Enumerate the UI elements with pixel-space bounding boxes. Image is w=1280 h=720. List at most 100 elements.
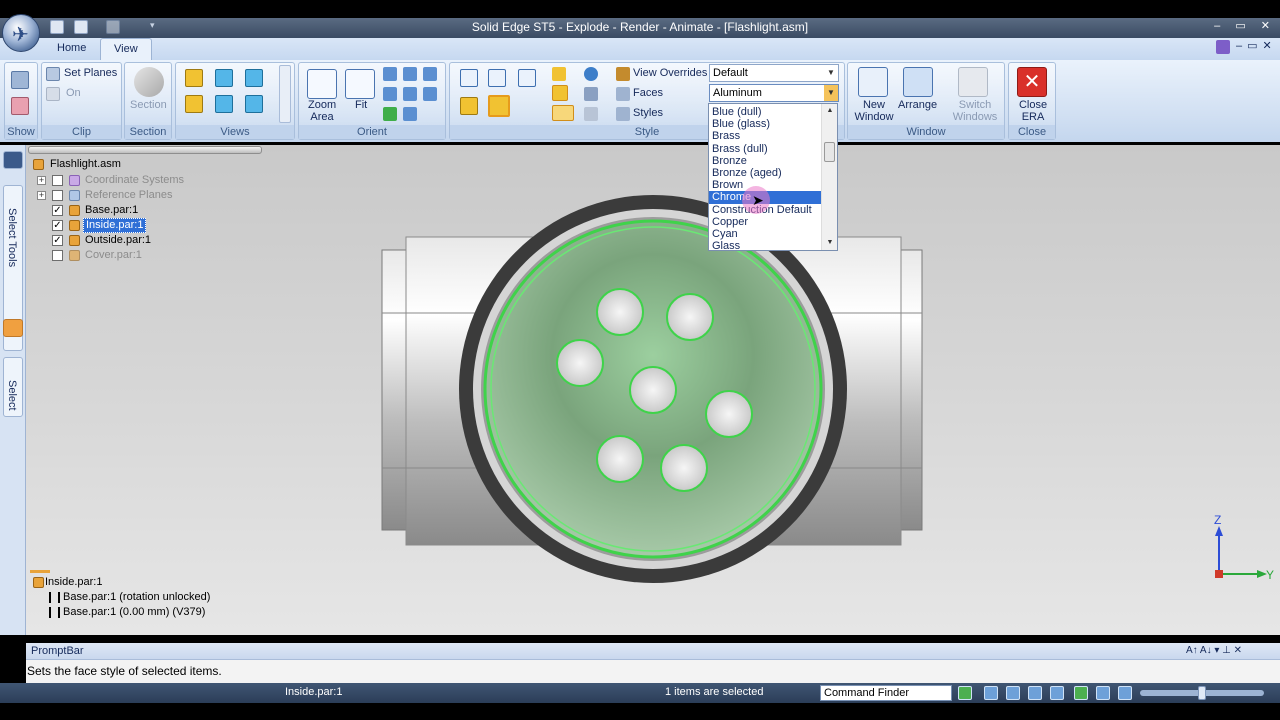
run-icon[interactable] bbox=[958, 686, 972, 700]
window-controls[interactable]: – ▭ ✕ bbox=[1214, 19, 1276, 32]
expand-icon[interactable]: + bbox=[37, 176, 46, 185]
view-bottom-icon[interactable] bbox=[215, 95, 233, 113]
dropdown-option[interactable]: Blue (dull) bbox=[709, 106, 821, 118]
expand-icon[interactable]: + bbox=[37, 191, 46, 200]
faces-select[interactable]: Aluminum ▼ bbox=[709, 84, 839, 102]
dropdown-option[interactable]: Brass bbox=[709, 130, 821, 142]
view-top-icon[interactable] bbox=[185, 69, 203, 87]
zoom-slider-thumb[interactable] bbox=[1198, 686, 1206, 700]
relationship-row[interactable]: Base.par:1 (0.00 mm) (V379) bbox=[63, 606, 205, 619]
help-icon[interactable] bbox=[1216, 40, 1230, 54]
styles-button[interactable]: Styles bbox=[633, 107, 663, 119]
tree-item-inside[interactable]: Inside.par:1 bbox=[83, 218, 147, 233]
qat-customize-icon[interactable]: ▾ bbox=[150, 20, 155, 31]
application-button[interactable]: ✈ bbox=[2, 14, 40, 52]
scroll-down-icon[interactable]: ▼ bbox=[822, 236, 837, 250]
new-window-button[interactable]: New Window bbox=[854, 99, 894, 123]
rotate-icon[interactable] bbox=[423, 67, 437, 81]
tab-view[interactable]: View bbox=[100, 38, 152, 60]
set-planes-button[interactable]: Set Planes bbox=[64, 67, 117, 79]
tree-checkbox[interactable] bbox=[52, 175, 63, 186]
sketch-status-icon[interactable] bbox=[1118, 686, 1132, 700]
tree-checkbox[interactable]: ✓ bbox=[52, 205, 63, 216]
pathfinder-splitter[interactable] bbox=[28, 146, 262, 154]
rotate-status-icon[interactable] bbox=[1074, 686, 1088, 700]
section-button[interactable]: Section bbox=[130, 99, 167, 111]
view-back-icon[interactable] bbox=[245, 95, 263, 113]
close-era-button[interactable]: Close ERA bbox=[1015, 99, 1051, 123]
common-views-icon[interactable] bbox=[403, 107, 417, 121]
views-gallery-scroll[interactable] bbox=[279, 65, 291, 123]
undo-icon[interactable] bbox=[74, 20, 88, 34]
lighting-icon[interactable] bbox=[584, 67, 598, 81]
view-status-icon[interactable] bbox=[1096, 686, 1110, 700]
fit-button[interactable]: Fit bbox=[355, 99, 367, 111]
layers-icon[interactable] bbox=[3, 151, 23, 169]
scroll-up-icon[interactable]: ▲ bbox=[822, 104, 837, 118]
zoom-icon[interactable] bbox=[383, 67, 397, 81]
view-front-icon[interactable] bbox=[215, 69, 233, 87]
render-mode-icon[interactable] bbox=[552, 105, 574, 121]
select-tab[interactable]: Select bbox=[3, 357, 23, 417]
dropdown-option[interactable]: Bronze bbox=[709, 155, 821, 167]
tree-item-coordinate-systems[interactable]: Coordinate Systems bbox=[85, 174, 184, 187]
tab-home[interactable]: Home bbox=[44, 38, 99, 60]
shaded-edges-icon[interactable] bbox=[488, 69, 506, 87]
redo-icon[interactable] bbox=[106, 20, 120, 34]
dropdown-scrollbar[interactable]: ▲ ▼ bbox=[821, 104, 837, 250]
dropdown-option[interactable]: Bronze (aged) bbox=[709, 167, 821, 179]
zoom-area-button[interactable]: Zoom Area bbox=[308, 99, 336, 123]
switch-windows-button[interactable]: Switch Windows bbox=[950, 99, 1000, 123]
flashlight-model[interactable] bbox=[26, 145, 1280, 635]
dropdown-option[interactable]: Cyan bbox=[709, 228, 821, 240]
view-iso-icon[interactable] bbox=[185, 95, 203, 113]
tree-checkbox[interactable] bbox=[52, 250, 63, 261]
pane-splitter[interactable] bbox=[30, 570, 50, 573]
zoom-area-status-icon[interactable] bbox=[984, 686, 998, 700]
promptbar-controls[interactable]: A↑ A↓ ▾ ⊥ ✕ bbox=[1186, 645, 1242, 656]
graphics-window[interactable] bbox=[26, 145, 1280, 635]
relationship-row[interactable]: Base.par:1 (rotation unlocked) bbox=[63, 591, 210, 604]
pan-status-icon[interactable] bbox=[1050, 686, 1064, 700]
dropdown-option[interactable]: Glass bbox=[709, 240, 821, 250]
reflection-icon[interactable] bbox=[552, 85, 568, 101]
grid-icon[interactable] bbox=[584, 107, 598, 121]
look-at-face-icon[interactable] bbox=[423, 87, 437, 101]
tree-item-base[interactable]: Base.par:1 bbox=[85, 204, 138, 217]
tree-checkbox[interactable] bbox=[52, 190, 63, 201]
pan-icon[interactable] bbox=[403, 67, 417, 81]
dropdown-option[interactable]: Copper bbox=[709, 216, 821, 228]
visible-edges-icon[interactable] bbox=[460, 97, 478, 115]
spin-about-icon[interactable] bbox=[403, 87, 417, 101]
tree-item-cover[interactable]: Cover.par:1 bbox=[85, 249, 142, 262]
shaded-icon[interactable] bbox=[460, 69, 478, 87]
wireframe-icon[interactable] bbox=[518, 69, 536, 87]
shaded-hidden-icon[interactable] bbox=[488, 95, 510, 117]
face-style-dropdown[interactable]: Blue (dull) Blue (glass) Brass Brass (du… bbox=[708, 103, 838, 251]
arrange-button[interactable]: Arrange bbox=[898, 99, 937, 111]
clip-on-button[interactable]: On bbox=[66, 87, 81, 99]
dropdown-option[interactable]: Brass (dull) bbox=[709, 143, 821, 155]
save-icon[interactable] bbox=[50, 20, 64, 34]
zoom-slider[interactable] bbox=[1140, 686, 1264, 700]
scroll-thumb[interactable] bbox=[824, 142, 835, 162]
tree-item-reference-planes[interactable]: Reference Planes bbox=[85, 189, 172, 202]
tree-checkbox[interactable]: ✓ bbox=[52, 235, 63, 246]
tree-checkbox[interactable]: ✓ bbox=[52, 220, 63, 231]
tree-item-outside[interactable]: Outside.par:1 bbox=[85, 234, 151, 247]
dropdown-option[interactable]: Blue (glass) bbox=[709, 118, 821, 130]
view-overrides-select[interactable]: Default ▼ bbox=[709, 64, 839, 82]
previous-view-icon[interactable] bbox=[383, 87, 397, 101]
zoom-status-icon[interactable] bbox=[1006, 686, 1020, 700]
view-right-icon[interactable] bbox=[245, 69, 263, 87]
fit-status-icon[interactable] bbox=[1028, 686, 1042, 700]
shadow-icon[interactable] bbox=[552, 67, 566, 81]
sensors-icon[interactable] bbox=[3, 319, 23, 337]
tree-root[interactable]: Flashlight.asm bbox=[50, 158, 121, 171]
command-finder-input[interactable]: Command Finder bbox=[820, 685, 952, 701]
texture-icon[interactable] bbox=[584, 87, 598, 101]
document-window-controls[interactable]: –▭✕ bbox=[1236, 39, 1277, 52]
display-icon[interactable] bbox=[11, 71, 29, 89]
sketch-view-icon[interactable] bbox=[383, 107, 397, 121]
show-parts-icon[interactable] bbox=[11, 97, 29, 115]
